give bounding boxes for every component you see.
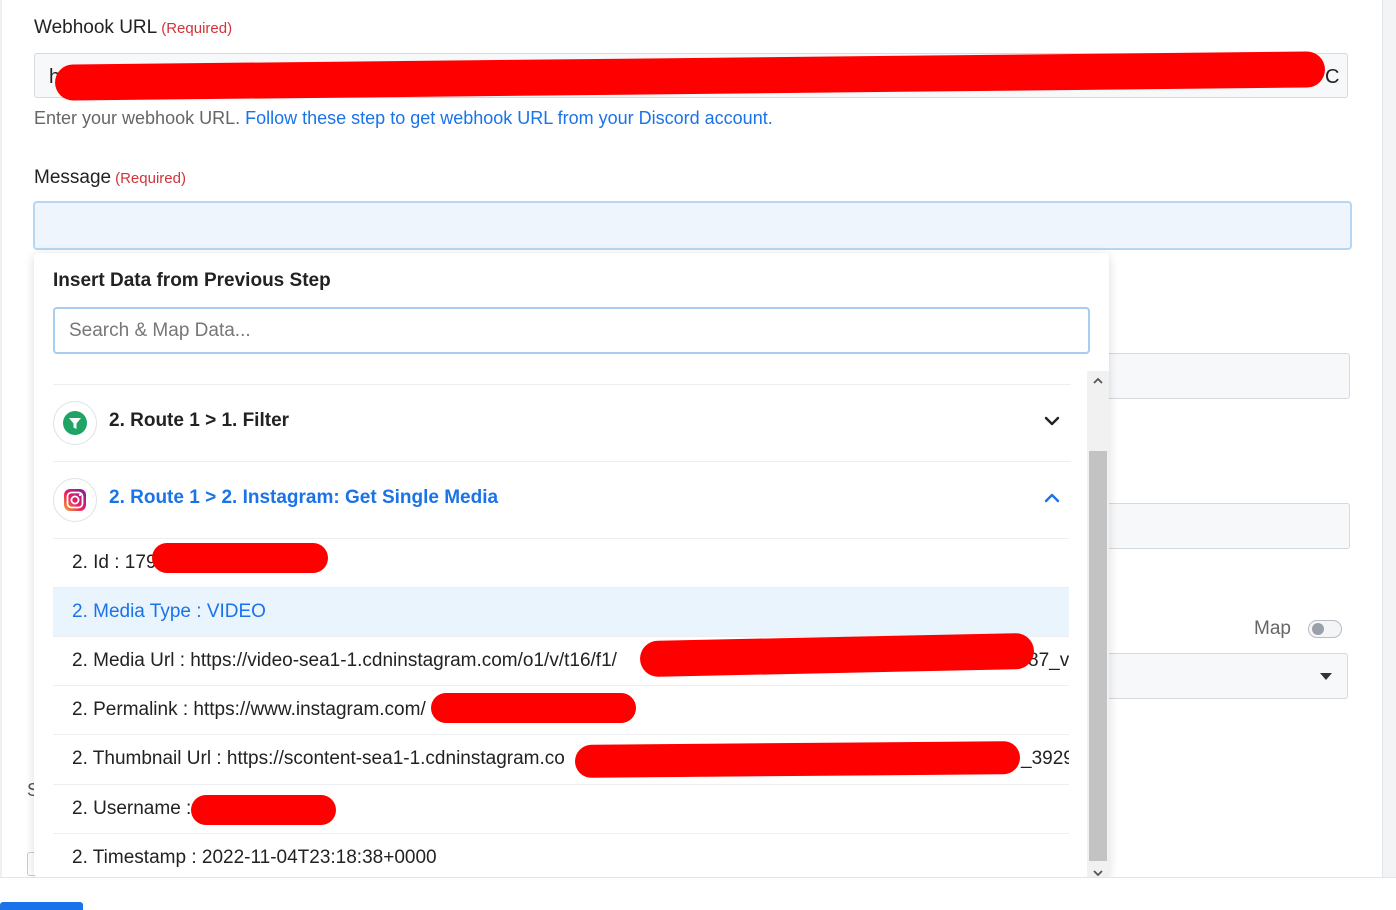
select-caret-icon <box>1320 673 1332 680</box>
background-field[interactable] <box>1100 503 1350 549</box>
data-item-timestamp[interactable]: 2. Timestamp : 2022-11-04T23:18:38+0000 <box>53 833 1069 877</box>
map-toggle[interactable] <box>1308 620 1342 638</box>
data-item-label: 2. Username : <box>72 798 192 819</box>
background-select[interactable] <box>1100 653 1348 699</box>
search-map-data-input[interactable] <box>53 307 1090 354</box>
required-marker: (Required) <box>161 20 233 37</box>
scroll-down-arrow-icon[interactable] <box>1092 867 1104 877</box>
toggle-knob <box>1312 623 1324 635</box>
redaction-mark <box>574 741 1021 778</box>
webhook-url-value-end: C <box>1325 66 1340 88</box>
redaction-mark <box>191 795 336 825</box>
webhook-help-static: Enter your webhook URL. <box>34 108 241 128</box>
redaction-mark <box>152 543 328 573</box>
insert-data-title: Insert Data from Previous Step <box>53 270 331 291</box>
webhook-url-label: Webhook URL (Required) <box>34 17 232 39</box>
data-item-label: 2. Thumbnail Url : https://scontent-sea1… <box>72 748 565 769</box>
discord-webhook-help-link[interactable]: Follow these step to get webhook URL fro… <box>245 108 773 128</box>
chevron-up-icon[interactable] <box>1043 489 1061 507</box>
redaction-mark <box>431 693 636 723</box>
section-route1-filter[interactable]: 2. Route 1 > 1. Filter <box>53 384 1071 462</box>
data-item-label: 2. Timestamp : 2022-11-04T23:18:38+0000 <box>72 847 437 868</box>
section-route1-instagram[interactable]: 2. Route 1 > 2. Instagram: Get Single Me… <box>53 461 1071 539</box>
data-item-value-tail: 87_vid <box>1028 650 1069 671</box>
message-input[interactable] <box>33 201 1352 250</box>
filter-icon <box>53 401 97 445</box>
scrollbar-thumb[interactable] <box>1089 451 1107 861</box>
instagram-icon <box>53 478 97 522</box>
map-toggle-label: Map <box>1254 618 1291 639</box>
message-label: Message (Required) <box>34 167 186 189</box>
data-item-label: 2. Media Url : https://video-sea1-1.cdni… <box>72 650 617 671</box>
data-item-label: 2. Media Type : VIDEO <box>72 601 266 622</box>
message-label-text: Message <box>34 167 112 188</box>
panel-scrollbar[interactable] <box>1087 371 1109 877</box>
data-item-media-type[interactable]: 2. Media Type : VIDEO <box>53 587 1069 636</box>
webhook-url-label-text: Webhook URL <box>34 17 158 38</box>
required-marker: (Required) <box>115 170 186 187</box>
background-field[interactable] <box>1100 353 1350 399</box>
data-item-label: 2. Id : 179 <box>72 552 157 573</box>
chevron-down-icon[interactable] <box>1043 412 1061 430</box>
section-label: 2. Route 1 > 1. Filter <box>109 410 290 431</box>
scroll-up-arrow-icon[interactable] <box>1092 375 1104 387</box>
webhook-help-text: Enter your webhook URL. Follow these ste… <box>34 108 773 129</box>
insert-data-panel: Insert Data from Previous Step 2. Route … <box>34 253 1109 877</box>
footer-bar <box>0 877 1396 910</box>
page-left-border <box>0 0 2 909</box>
data-item-value-tail: _392954 <box>1021 748 1069 769</box>
data-item-label: 2. Permalink : https://www.instagram.com… <box>72 699 426 720</box>
page-scrollbar[interactable] <box>1382 0 1396 909</box>
section-label: 2. Route 1 > 2. Instagram: Get Single Me… <box>109 487 499 508</box>
